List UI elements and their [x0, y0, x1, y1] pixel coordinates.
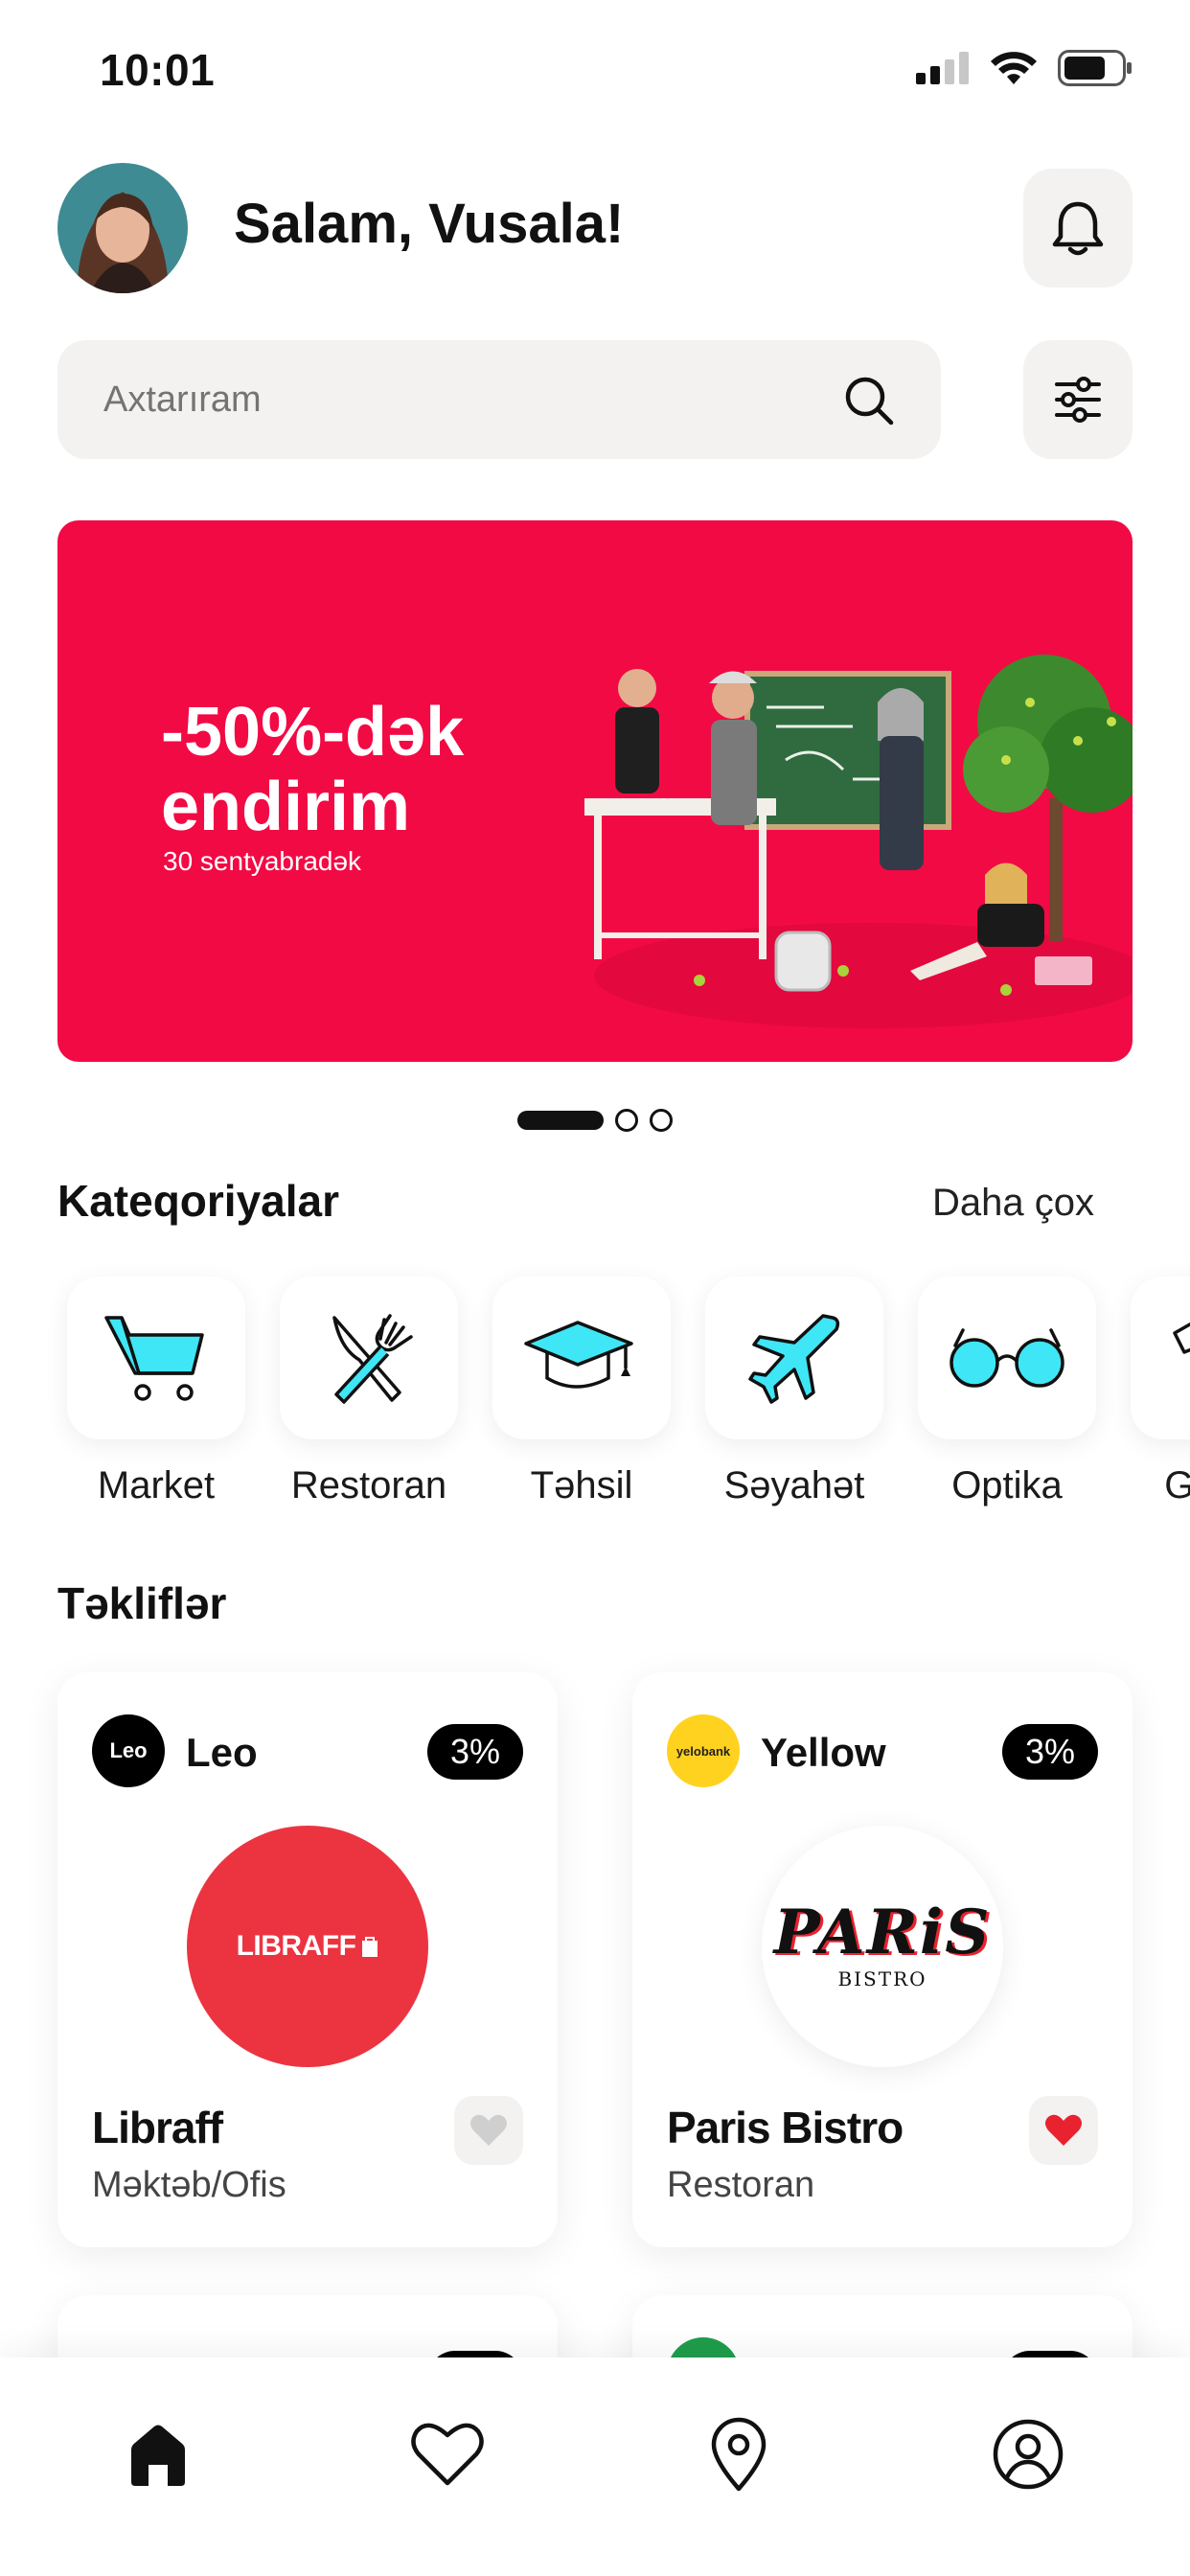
merchant-logo-subtext: BISTRO	[837, 1967, 927, 1990]
offer-card[interactable]: yelobank Yellow 3% PARiS BISTRO Paris Bi…	[632, 1672, 1133, 2247]
see-more-link[interactable]: Daha çox	[932, 1182, 1094, 1225]
greeting-text: Salam, Vusala!	[234, 193, 625, 255]
merchant-name: Paris Bistro	[667, 2103, 904, 2152]
discount-badge: 3%	[1002, 1724, 1098, 1780]
shopping-cart-icon	[104, 1316, 204, 1401]
banner-illustration	[584, 655, 1133, 1028]
bag-icon	[362, 1937, 378, 1957]
avatar[interactable]	[57, 163, 188, 293]
nav-favorites[interactable]	[404, 2411, 491, 2497]
nav-map[interactable]	[696, 2411, 782, 2497]
category-tile[interactable]	[280, 1276, 458, 1439]
app-screen: 10:01 Salam, Vusala! Axtarıram -50%-dək …	[0, 0, 1190, 2576]
location-pin-icon	[711, 2417, 767, 2492]
categories-title: Kateqoriyalar	[57, 1176, 340, 1226]
offers-title: Təkliflər	[57, 1578, 227, 1628]
bell-icon	[1052, 201, 1104, 256]
offer-card[interactable]: Leo Leo 3% LIBRAFF Libraff Məktəb/Ofis	[57, 1672, 558, 2247]
merchant-logo: LIBRAFF	[187, 1826, 428, 2067]
categories-row: Market Restoran Təhsil Səyahət Optika G	[67, 1276, 1190, 1507]
bank-logo: yelobank	[667, 1714, 740, 1787]
category-optika[interactable]: Optika	[918, 1276, 1096, 1507]
category-label: Geyim	[1164, 1464, 1190, 1506]
tshirt-icon	[1173, 1322, 1190, 1354]
bank-name: Leo	[186, 1730, 258, 1775]
search-bar[interactable]	[57, 340, 941, 459]
category-tile[interactable]	[492, 1276, 671, 1439]
category-label: Səyahət	[723, 1464, 865, 1506]
category-label: Optika	[951, 1464, 1063, 1506]
fork-knife-icon	[332, 1314, 413, 1404]
banner-title: -50%-dək endirim	[161, 694, 465, 845]
filter-button[interactable]	[1023, 340, 1133, 459]
bank-logo: Leo	[92, 1714, 165, 1787]
graduation-cap-icon	[524, 1321, 633, 1389]
category-restoran[interactable]: Restoran	[280, 1276, 458, 1507]
category-market[interactable]: Market	[67, 1276, 245, 1507]
home-icon	[131, 2425, 185, 2486]
signal-icon	[916, 52, 969, 84]
status-time: 10:01	[100, 45, 216, 95]
favorite-button[interactable]	[454, 2096, 523, 2165]
category-tile[interactable]	[705, 1276, 883, 1439]
category-label: Market	[97, 1464, 216, 1506]
heart-icon	[470, 2114, 507, 2146]
search-input[interactable]	[103, 340, 832, 459]
promo-banner[interactable]: -50%-dək endirim 30 sentyabradək	[57, 520, 1133, 1062]
nav-profile[interactable]	[985, 2411, 1071, 2497]
merchant-logo-text: PARiS	[773, 1897, 992, 1968]
nav-home[interactable]	[115, 2411, 201, 2497]
merchant-logo: PARiS BISTRO	[762, 1826, 1003, 2067]
glasses-icon	[950, 1328, 1064, 1388]
banner-subtitle: 30 sentyabradək	[163, 846, 362, 876]
battery-icon	[1058, 50, 1132, 86]
merchant-logo-text: LIBRAFF	[236, 1930, 356, 1962]
banner-pagination	[517, 1109, 673, 1132]
pagination-dot[interactable]	[650, 1109, 673, 1132]
search-icon[interactable]	[843, 375, 895, 426]
bank-name: Yellow	[761, 1730, 886, 1775]
category-label: Restoran	[290, 1464, 447, 1506]
category-tehsil[interactable]: Təhsil	[492, 1276, 671, 1507]
favorite-button[interactable]	[1029, 2096, 1098, 2165]
heart-icon	[411, 2423, 484, 2486]
category-tile[interactable]	[1131, 1276, 1190, 1439]
avatar-image	[57, 163, 188, 293]
wifi-icon	[991, 52, 1037, 84]
airplane-icon	[748, 1314, 840, 1404]
heart-icon	[1045, 2114, 1082, 2146]
merchant-category: Restoran	[667, 2165, 815, 2205]
category-seyahet[interactable]: Səyahət	[705, 1276, 883, 1507]
merchant-name: Libraff	[92, 2103, 223, 2152]
category-tile[interactable]	[918, 1276, 1096, 1439]
bottom-navigation	[0, 2358, 1190, 2576]
category-tile[interactable]	[67, 1276, 245, 1439]
category-geyim[interactable]: Geyim	[1131, 1276, 1190, 1507]
pagination-dot-active[interactable]	[517, 1111, 604, 1130]
profile-icon	[993, 2419, 1064, 2490]
pagination-dot[interactable]	[615, 1109, 638, 1132]
status-icons	[916, 50, 1134, 86]
category-label: Təhsil	[530, 1464, 633, 1506]
notifications-button[interactable]	[1023, 169, 1133, 288]
filter-sliders-icon	[1055, 377, 1101, 423]
discount-badge: 3%	[427, 1724, 523, 1780]
merchant-category: Məktəb/Ofis	[92, 2165, 286, 2205]
